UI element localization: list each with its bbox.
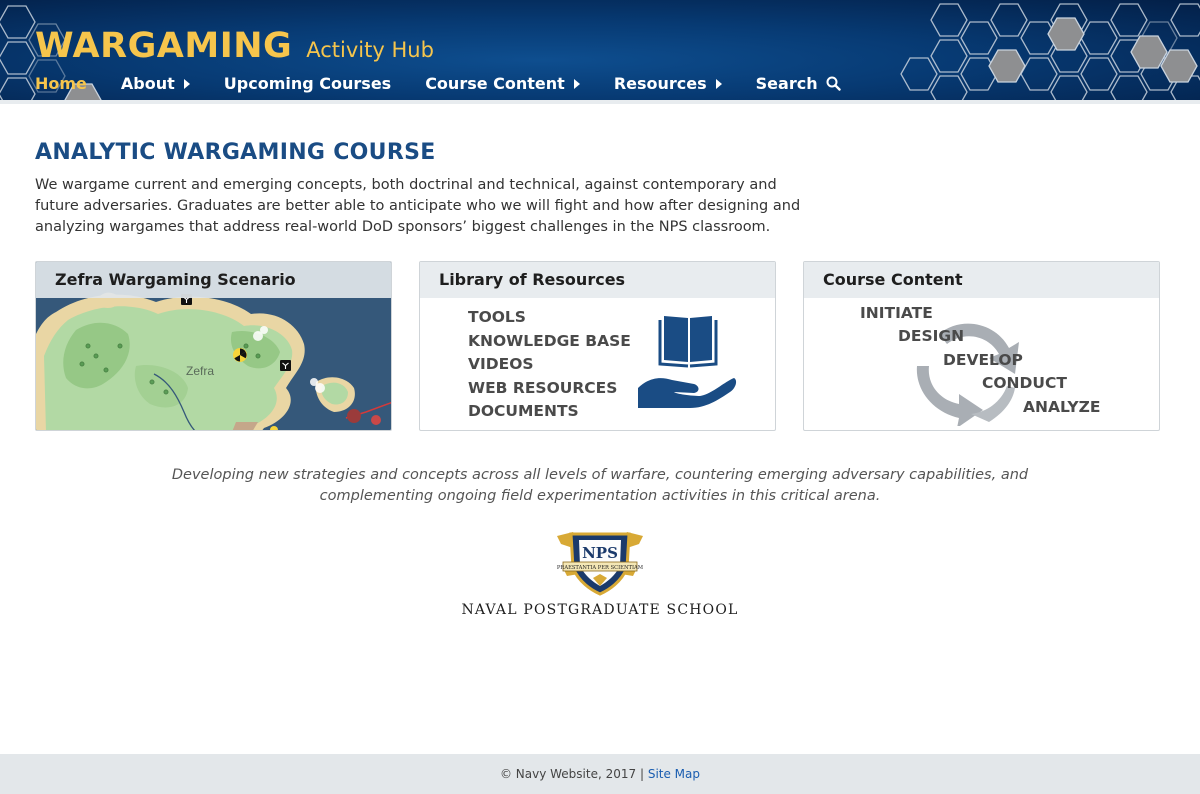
mission-tagline: Developing new strategies and concepts a… <box>171 467 1029 504</box>
feature-cards: Zefra Zefra Wargaming Scenario Library o… <box>35 261 1160 431</box>
site-header: WARGAMING Activity Hub Home About Upcomi… <box>0 0 1200 100</box>
nav-resources-label: Resources <box>613 73 707 93</box>
intro-paragraph: We wargame current and emerging concepts… <box>35 177 801 235</box>
course-step-conduct[interactable]: CONDUCT <box>982 374 1067 392</box>
course-step-design[interactable]: DESIGN <box>898 327 964 345</box>
nav-upcoming-courses[interactable]: Upcoming Courses <box>224 74 391 93</box>
course-step-analyze[interactable]: ANALYZE <box>1023 398 1100 416</box>
book-in-hand-icon <box>638 316 737 408</box>
brand-subtitle: Activity Hub <box>306 38 434 62</box>
resource-link-knowledge-base[interactable]: KNOWLEDGE BASE <box>468 330 631 354</box>
seal-motto: PRAESTANTIA PER SCIENTIAM <box>557 565 644 571</box>
site-brand[interactable]: WARGAMING Activity Hub <box>35 26 434 66</box>
brand-title: WARGAMING <box>35 26 293 66</box>
nav-course-content-label: Course Content <box>425 73 565 93</box>
card-title: Library of Resources <box>420 262 775 298</box>
copyright-text: © Navy Website, 2017 | <box>499 767 644 781</box>
resource-link-videos[interactable]: VIDEOS <box>468 353 631 377</box>
nav-upcoming-courses-label: Upcoming Courses <box>223 73 392 93</box>
card-title: Zefra Wargaming Scenario <box>36 262 391 298</box>
caret-right-icon <box>183 79 190 89</box>
resource-link-web-resources[interactable]: WEB RESOURCES <box>468 377 631 401</box>
header-divider <box>0 100 1200 104</box>
map-label-zefra: Zefra <box>186 364 214 378</box>
card-library-of-resources[interactable]: Library of Resources TOOLS KNOWLEDGE BAS… <box>419 261 776 431</box>
caret-right-icon <box>715 79 722 89</box>
card-title: Course Content <box>804 262 1159 298</box>
resource-link-documents[interactable]: DOCUMENTS <box>468 400 631 424</box>
nav-search-label: Search <box>755 73 818 93</box>
nav-course-content[interactable]: Course Content <box>425 74 580 93</box>
caret-right-icon <box>573 79 580 89</box>
card-zefra-scenario[interactable]: Zefra Zefra Wargaming Scenario <box>35 261 392 431</box>
nav-resources[interactable]: Resources <box>614 74 722 93</box>
site-map-link[interactable]: Site Map <box>648 767 700 781</box>
nav-about[interactable]: About <box>121 74 190 93</box>
page-title: ANALYTIC WARGAMING COURSE <box>35 140 436 165</box>
main-nav: Home About Upcoming Courses Course Conte… <box>35 72 875 94</box>
seal-initials: NPS <box>582 544 618 562</box>
site-footer: © Navy Website, 2017 | Site Map <box>0 754 1200 794</box>
school-name: NAVAL POSTGRADUATE SCHOOL <box>461 602 739 618</box>
nav-home[interactable]: Home <box>35 74 87 93</box>
resources-list: TOOLS KNOWLEDGE BASE VIDEOS WEB RESOURCE… <box>468 306 631 424</box>
main-content: ANALYTIC WARGAMING COURSE We wargame cur… <box>35 140 1160 238</box>
card-course-content[interactable]: Course Content INITIATE DESIGN DEVELOP C… <box>803 261 1160 431</box>
nav-about-label: About <box>120 73 175 93</box>
course-step-initiate[interactable]: INITIATE <box>860 304 933 322</box>
resource-link-tools[interactable]: TOOLS <box>468 306 631 330</box>
nav-search[interactable]: Search <box>756 74 841 93</box>
search-icon <box>826 76 841 91</box>
course-step-develop[interactable]: DEVELOP <box>943 351 1023 369</box>
nps-seal-logo[interactable]: NPS PRAESTANTIA PER SCIENTIAM <box>553 530 647 596</box>
nav-home-label: Home <box>35 73 87 93</box>
